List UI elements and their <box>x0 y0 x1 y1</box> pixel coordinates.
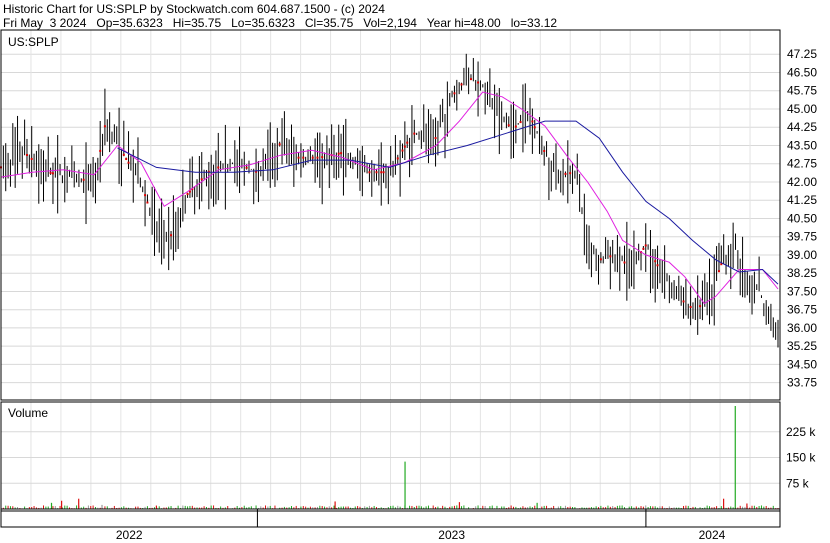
close-marker <box>642 247 645 250</box>
close-marker <box>25 154 28 157</box>
close-marker <box>514 125 517 128</box>
close-marker <box>122 153 125 156</box>
price-tick-label: 37.50 <box>787 284 817 298</box>
close-marker <box>200 178 203 181</box>
close-marker <box>623 261 626 264</box>
close-marker <box>699 305 702 308</box>
price-tick-label: 42.75 <box>787 157 817 171</box>
close-marker <box>507 124 510 127</box>
close-marker <box>599 258 602 261</box>
year-label: 2024 <box>699 528 726 542</box>
close-marker <box>380 171 383 174</box>
grid-layer <box>1 30 780 509</box>
close-marker <box>144 194 147 197</box>
volume-tick-label: 75 k <box>786 476 810 490</box>
close-marker <box>477 81 480 84</box>
volume-label: Volume <box>8 406 48 420</box>
close-marker <box>403 145 406 148</box>
close-marker <box>413 132 416 135</box>
price-tick-label: 43.50 <box>787 138 817 152</box>
price-tick-label: 40.50 <box>787 211 817 225</box>
price-tick-label: 36.75 <box>787 303 817 317</box>
year-label: 2022 <box>116 528 143 542</box>
close-marker <box>30 157 33 160</box>
close-marker <box>644 244 647 247</box>
close-marker <box>302 156 305 159</box>
close-marker <box>311 156 314 159</box>
close-marker <box>401 149 404 152</box>
close-marker <box>217 166 220 169</box>
close-marker <box>382 171 385 174</box>
symbol-label: US:SPLP <box>8 35 59 49</box>
close-marker <box>297 156 300 159</box>
price-tick-label: 39.00 <box>787 248 817 262</box>
close-marker <box>543 149 546 152</box>
price-tick-label: 47.25 <box>787 47 817 61</box>
label-layer: 47.25 46.50 45.75 45.00 44.25 43.50 42.75 42.00… <box>8 35 817 542</box>
price-tick-label: 41.25 <box>787 193 817 207</box>
close-marker <box>127 161 130 164</box>
close-marker <box>453 92 456 95</box>
close-marker <box>396 157 399 160</box>
close-marker <box>375 171 378 174</box>
close-marker <box>654 260 657 263</box>
close-marker <box>51 172 54 175</box>
close-marker <box>519 121 522 124</box>
close-marker <box>368 171 371 174</box>
close-marker <box>125 157 128 160</box>
close-marker <box>531 120 534 123</box>
close-marker <box>245 166 248 169</box>
close-marker <box>434 137 437 140</box>
close-marker <box>99 149 102 152</box>
close-marker <box>278 143 281 146</box>
close-marker <box>82 178 85 181</box>
price-tick-label: 42.00 <box>787 175 817 189</box>
close-marker <box>656 264 659 267</box>
moving-average-layer <box>0 91 779 305</box>
short-moving-average-line <box>0 91 779 305</box>
close-marker <box>460 83 463 86</box>
volume-tick-label: 150 k <box>786 451 816 465</box>
price-tick-label: 34.50 <box>787 357 817 371</box>
price-tick-label: 46.50 <box>787 65 817 79</box>
close-marker <box>146 201 149 204</box>
close-marker <box>682 300 685 303</box>
price-tick-label: 44.25 <box>787 120 817 134</box>
price-tick-label: 36.00 <box>787 321 817 335</box>
price-tick-label: 39.75 <box>787 230 817 244</box>
time-axis-frame <box>0 508 781 528</box>
close-marker <box>170 234 173 237</box>
close-marker <box>321 156 324 159</box>
volume-tick-label: 225 k <box>786 425 816 439</box>
price-tick-label: 35.25 <box>787 339 817 353</box>
close-marker <box>186 193 189 196</box>
close-marker <box>49 171 52 174</box>
price-tick-label: 38.25 <box>787 266 817 280</box>
close-marker <box>103 125 106 128</box>
stock-chart: Historic Chart for US:SPLP by Stockwatch… <box>0 0 830 543</box>
close-marker <box>689 305 692 308</box>
close-marker <box>533 126 536 129</box>
price-tick-label: 33.75 <box>787 376 817 390</box>
close-marker <box>469 78 472 81</box>
close-marker <box>609 255 612 258</box>
close-marker <box>569 172 572 175</box>
close-marker <box>406 141 409 144</box>
close-marker <box>717 270 720 273</box>
price-tick-label: 45.75 <box>787 84 817 98</box>
close-marker <box>316 156 319 159</box>
close-marker <box>564 172 567 175</box>
chart-svg: 47.25 46.50 45.75 45.00 44.25 43.50 42.75 42.00… <box>0 29 817 542</box>
year-label: 2023 <box>438 528 465 542</box>
close-marker <box>337 152 340 155</box>
close-marker <box>340 152 343 155</box>
price-tick-label: 45.00 <box>787 102 817 116</box>
